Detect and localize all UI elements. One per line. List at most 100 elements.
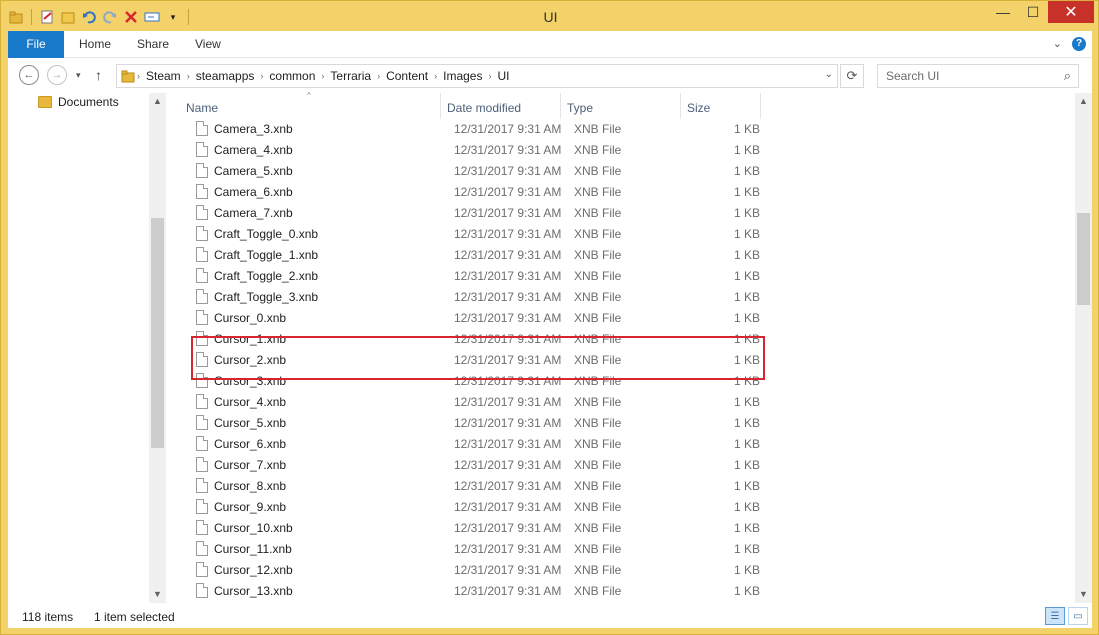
- file-size: 1 KB: [733, 395, 760, 409]
- file-name: Cursor_7.xnb: [214, 458, 287, 472]
- scroll-up-arrow-icon[interactable]: ▲: [149, 93, 166, 110]
- file-icon: [196, 142, 208, 157]
- search-icon[interactable]: ⌕: [1064, 68, 1071, 84]
- breadcrumb-steam[interactable]: Steam: [142, 69, 185, 83]
- scroll-down-arrow-icon[interactable]: ▼: [1075, 586, 1092, 603]
- column-divider[interactable]: [680, 93, 681, 119]
- file-date-modified: 12/31/2017 9:31 AM: [454, 584, 562, 598]
- table-row[interactable]: Cursor_12.xnb 12/31/2017 9:31 AM XNB File 1…: [186, 559, 926, 580]
- file-name: Cursor_12.xnb: [214, 563, 293, 577]
- annotation-highlight-box: [191, 336, 765, 380]
- help-icon[interactable]: ?: [1072, 37, 1086, 51]
- search-input[interactable]: [878, 65, 1048, 87]
- minimize-button[interactable]: —: [988, 1, 1018, 23]
- breadcrumb-separator: ›: [321, 71, 325, 81]
- forward-button[interactable]: →: [47, 65, 67, 85]
- column-divider[interactable]: [560, 93, 561, 119]
- file-size: 1 KB: [733, 500, 760, 514]
- table-row[interactable]: Cursor_0.xnb 12/31/2017 9:31 AM XNB File 1 …: [186, 307, 926, 328]
- file-type: XNB File: [574, 122, 622, 136]
- file-size: 1 KB: [733, 458, 760, 472]
- breadcrumb-steamapps[interactable]: steamapps: [192, 69, 259, 83]
- table-row[interactable]: Craft_Toggle_3.xnb 12/31/2017 9:31 AM XNB …: [186, 286, 926, 307]
- table-row[interactable]: Camera_3.xnb 12/31/2017 9:31 AM XNB File 1 …: [186, 118, 926, 139]
- file-name: Cursor_13.xnb: [214, 584, 293, 598]
- table-row[interactable]: Cursor_4.xnb 12/31/2017 9:31 AM XNB File 1 …: [186, 391, 926, 412]
- column-header-name[interactable]: Name: [186, 101, 218, 115]
- back-button[interactable]: ←: [19, 65, 39, 85]
- breadcrumb-ui[interactable]: UI: [493, 69, 513, 83]
- file-icon: [196, 121, 208, 136]
- address-dropdown-icon[interactable]: ⌄: [825, 69, 833, 80]
- file-date-modified: 12/31/2017 9:31 AM: [454, 227, 562, 241]
- file-name: Craft_Toggle_0.xnb: [214, 227, 319, 241]
- nav-item-documents[interactable]: Documents: [38, 95, 119, 109]
- file-size: 1 KB: [733, 122, 760, 136]
- file-type: XNB File: [574, 584, 622, 598]
- file-date-modified: 12/31/2017 9:31 AM: [454, 269, 562, 283]
- nav-pane-scrollbar[interactable]: ▲ ▼: [149, 93, 166, 603]
- scrollbar-thumb[interactable]: [1077, 213, 1090, 305]
- breadcrumb-terraria[interactable]: Terraria: [326, 69, 375, 83]
- details-view-icon: ☰: [1050, 610, 1060, 622]
- table-row[interactable]: Cursor_6.xnb 12/31/2017 9:31 AM XNB File 1 …: [186, 433, 926, 454]
- table-row[interactable]: Cursor_9.xnb 12/31/2017 9:31 AM XNB File 1 …: [186, 496, 926, 517]
- scrollbar-thumb[interactable]: [151, 218, 164, 448]
- column-divider[interactable]: [440, 93, 441, 119]
- details-view-button[interactable]: ☰: [1045, 607, 1065, 625]
- breadcrumb-content[interactable]: Content: [382, 69, 432, 83]
- column-divider[interactable]: [760, 93, 761, 119]
- table-row[interactable]: Cursor_5.xnb 12/31/2017 9:31 AM XNB File 1 …: [186, 412, 926, 433]
- file-icon: [196, 562, 208, 577]
- navigation-pane: Documents ▲ ▼: [8, 93, 168, 603]
- file-date-modified: 12/31/2017 9:31 AM: [454, 290, 562, 304]
- address-bar[interactable]: › Steam › steamapps › common › Terraria …: [116, 64, 838, 88]
- search-box[interactable]: ⌕: [877, 64, 1079, 88]
- file-type: XNB File: [574, 458, 622, 472]
- table-row[interactable]: Cursor_11.xnb 12/31/2017 9:31 AM XNB File 1…: [186, 538, 926, 559]
- tab-file[interactable]: File: [8, 31, 64, 58]
- tab-view[interactable]: View: [195, 31, 221, 58]
- table-row[interactable]: Camera_7.xnb 12/31/2017 9:31 AM XNB File 1 …: [186, 202, 926, 223]
- table-row[interactable]: Craft_Toggle_1.xnb 12/31/2017 9:31 AM XNB …: [186, 244, 926, 265]
- table-row[interactable]: Camera_5.xnb 12/31/2017 9:31 AM XNB File 1 …: [186, 160, 926, 181]
- file-date-modified: 12/31/2017 9:31 AM: [454, 479, 562, 493]
- breadcrumb-images[interactable]: Images: [439, 69, 486, 83]
- tab-share[interactable]: Share: [137, 31, 169, 58]
- tab-home[interactable]: Home: [79, 31, 111, 58]
- large-icons-view-button[interactable]: ▭: [1068, 607, 1088, 625]
- nav-item-label: Documents: [58, 95, 119, 109]
- table-row[interactable]: Cursor_13.xnb 12/31/2017 9:31 AM XNB File 1…: [186, 580, 926, 601]
- folder-icon: [121, 70, 135, 83]
- table-row[interactable]: Cursor_10.xnb 12/31/2017 9:31 AM XNB File 1…: [186, 517, 926, 538]
- column-header-date[interactable]: Date modified: [447, 101, 521, 115]
- status-bar: 118 items 1 item selected ☰ ▭: [8, 603, 1092, 628]
- file-date-modified: 12/31/2017 9:31 AM: [454, 416, 562, 430]
- breadcrumb-common[interactable]: common: [265, 69, 319, 83]
- table-row[interactable]: Cursor_7.xnb 12/31/2017 9:31 AM XNB File 1 …: [186, 454, 926, 475]
- table-row[interactable]: Camera_6.xnb 12/31/2017 9:31 AM XNB File 1 …: [186, 181, 926, 202]
- file-icon: [196, 541, 208, 556]
- file-list-scrollbar[interactable]: ▲ ▼: [1075, 93, 1092, 603]
- scroll-down-arrow-icon[interactable]: ▼: [149, 586, 166, 603]
- up-button[interactable]: ↑: [95, 67, 102, 83]
- column-header-type[interactable]: Type: [567, 101, 593, 115]
- recent-locations-icon[interactable]: ▾: [76, 70, 81, 81]
- table-row[interactable]: Craft_Toggle_0.xnb 12/31/2017 9:31 AM XNB …: [186, 223, 926, 244]
- table-row[interactable]: Camera_4.xnb 12/31/2017 9:31 AM XNB File 1 …: [186, 139, 926, 160]
- file-size: 1 KB: [733, 269, 760, 283]
- table-row[interactable]: Cursor_8.xnb 12/31/2017 9:31 AM XNB File 1 …: [186, 475, 926, 496]
- breadcrumb-separator: ›: [137, 71, 140, 81]
- refresh-button[interactable]: ⟳: [840, 64, 864, 88]
- scroll-up-arrow-icon[interactable]: ▲: [1075, 93, 1092, 110]
- file-date-modified: 12/31/2017 9:31 AM: [454, 206, 562, 220]
- table-row[interactable]: Craft_Toggle_2.xnb 12/31/2017 9:31 AM XNB …: [186, 265, 926, 286]
- file-size: 1 KB: [733, 563, 760, 577]
- column-header-size[interactable]: Size: [687, 101, 710, 115]
- address-row: ← → ▾ ↑ › Steam › steamapps › common › T…: [8, 59, 1092, 93]
- item-count: 118 items: [22, 610, 74, 624]
- close-button[interactable]: ✕: [1048, 1, 1094, 23]
- maximize-button[interactable]: ☐: [1018, 1, 1048, 23]
- window-controls: — ☐ ✕: [988, 1, 1094, 23]
- expand-ribbon-icon[interactable]: ⌄: [1053, 37, 1062, 51]
